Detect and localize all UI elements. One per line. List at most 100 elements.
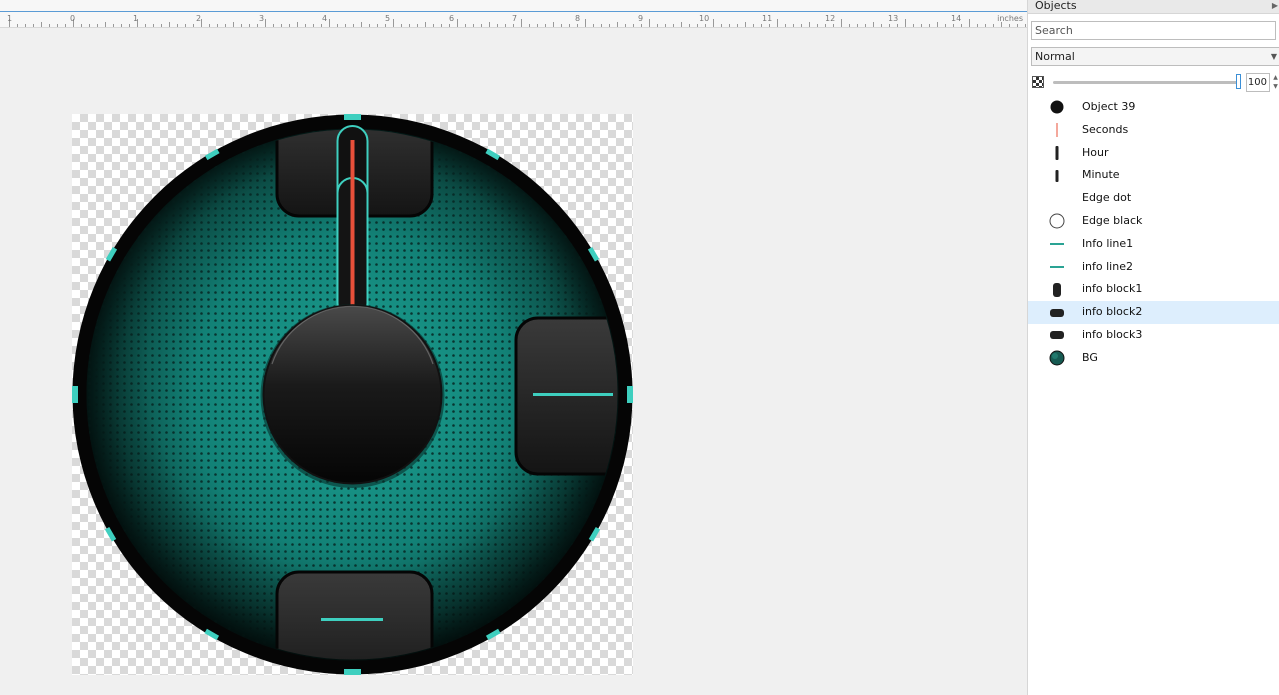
- ruler-tick: [825, 24, 826, 27]
- ruler-tick: [153, 24, 154, 27]
- collapse-arrow-icon[interactable]: ▶: [1272, 0, 1278, 11]
- ruler-number: 10: [699, 14, 710, 23]
- ruler-number: 3: [259, 14, 265, 23]
- object-label: Seconds: [1082, 122, 1129, 136]
- ruler-tick: [761, 24, 762, 27]
- ruler-tick: [849, 24, 850, 27]
- ruler-tick: [89, 24, 90, 27]
- ruler-tick: [113, 24, 114, 27]
- ruler-tick: [713, 19, 714, 27]
- ruler-tick: [961, 24, 962, 27]
- ruler-tick: [609, 24, 610, 27]
- dark-bar-icon: [1048, 164, 1066, 187]
- object-label: BG: [1082, 350, 1098, 364]
- ruler-tick: [937, 22, 938, 27]
- ruler-tick: [569, 24, 570, 27]
- ruler-tick: [537, 24, 538, 27]
- ruler-tick: [161, 24, 162, 27]
- ruler-tick: [521, 19, 522, 27]
- ruler-tick: [897, 24, 898, 27]
- ruler-tick: [65, 24, 66, 27]
- ruler-tick: [25, 24, 26, 27]
- ruler-tick: [233, 22, 234, 27]
- center-hub[interactable]: [262, 304, 443, 485]
- ruler-tick: [969, 19, 970, 27]
- object-label: info block1: [1082, 282, 1143, 296]
- ruler-tick: [441, 24, 442, 27]
- edge-marker[interactable]: [344, 114, 361, 120]
- object-row-edge-black[interactable]: Edge black: [1028, 210, 1279, 233]
- ruler-unit-label: inches: [997, 14, 1023, 23]
- black-circle-icon: [1048, 96, 1066, 119]
- ruler-tick: [529, 24, 530, 27]
- object-label: Minute: [1082, 168, 1120, 182]
- ruler-tick: [729, 24, 730, 27]
- chevron-down-icon[interactable]: ▼: [1271, 48, 1277, 65]
- object-row-info-block1[interactable]: info block1: [1028, 278, 1279, 301]
- info-line-bottom[interactable]: [321, 618, 383, 621]
- opacity-field[interactable]: 100: [1246, 73, 1270, 92]
- ruler-tick: [865, 24, 866, 27]
- opacity-spinner[interactable]: ▲ ▼: [1271, 73, 1279, 92]
- ruler-tick: [689, 24, 690, 27]
- object-row-object-39[interactable]: Object 39: [1028, 96, 1279, 119]
- red-line-icon: [1048, 119, 1066, 142]
- ruler-tick: [209, 24, 210, 27]
- ruler-tick: [33, 24, 34, 27]
- ruler-tick: [649, 19, 650, 27]
- edge-marker[interactable]: [72, 386, 78, 403]
- ruler-tick: [353, 24, 354, 27]
- ruler-tick: [241, 24, 242, 27]
- object-row-bg[interactable]: BG: [1028, 347, 1279, 370]
- object-row-info-block3[interactable]: info block3: [1028, 324, 1279, 347]
- ruler-number: 1: [133, 14, 139, 23]
- ruler-tick: [185, 24, 186, 27]
- ruler-tick: [633, 24, 634, 27]
- object-row-hour[interactable]: Hour: [1028, 142, 1279, 165]
- ruler-tick: [409, 24, 410, 27]
- ruler-tick: [753, 24, 754, 27]
- seconds-hand[interactable]: [350, 140, 355, 320]
- ruler-tick: [745, 22, 746, 27]
- ruler-tick: [585, 19, 586, 27]
- opacity-slider-handle[interactable]: [1236, 74, 1241, 89]
- edge-marker[interactable]: [344, 669, 361, 675]
- object-row-info-line2[interactable]: info line2: [1028, 256, 1279, 279]
- ruler-tick: [177, 24, 178, 27]
- object-row-minute[interactable]: Minute: [1028, 164, 1279, 187]
- ruler-number: 8: [575, 14, 581, 23]
- blend-mode-dropdown[interactable]: Normal ▼: [1031, 47, 1279, 66]
- object-label: Info line1: [1082, 236, 1134, 250]
- ruler-tick: [561, 24, 562, 27]
- object-row-edge-dot[interactable]: Edge dot: [1028, 187, 1279, 210]
- dark-bar-icon: [1048, 142, 1066, 165]
- ruler-tick: [857, 24, 858, 27]
- ruler-tick: [625, 24, 626, 27]
- object-row-info-block2[interactable]: info block2: [1028, 301, 1279, 324]
- objects-panel[interactable]: Objects ▶ Normal ▼ 100 ▲▼ Object 39 Seco…: [1027, 0, 1279, 695]
- ruler-number: 4: [322, 14, 328, 23]
- horizontal-ruler[interactable]: 1 0 1 2 3 4 5 6 7 8 9 10 11 12 13 14 inc…: [0, 0, 1027, 28]
- edge-dot-icon: [1048, 187, 1066, 210]
- ruler-tick: [337, 24, 338, 27]
- ruler-number: 1: [7, 14, 13, 23]
- panel-title: Objects: [1035, 0, 1077, 12]
- edge-marker[interactable]: [627, 386, 633, 403]
- watch-face-artwork[interactable]: [72, 114, 633, 675]
- object-label: Edge dot: [1082, 191, 1132, 205]
- info-line-right[interactable]: [533, 393, 613, 396]
- object-row-seconds[interactable]: Seconds: [1028, 119, 1279, 142]
- opacity-slider[interactable]: [1053, 81, 1239, 84]
- ruler-tick: [401, 24, 402, 27]
- transparency-icon: [1032, 76, 1044, 88]
- ruler-tick: [929, 24, 930, 27]
- ruler-tick: [505, 24, 506, 27]
- teal-line-icon: [1048, 256, 1066, 279]
- ruler-number: 13: [888, 14, 899, 23]
- object-row-info-line1[interactable]: Info line1: [1028, 233, 1279, 256]
- ruler-tick: [673, 24, 674, 27]
- ruler-tick: [313, 24, 314, 27]
- ruler-tick: [873, 22, 874, 27]
- dark-rounded-block-icon: [1048, 278, 1066, 301]
- search-input[interactable]: [1031, 21, 1276, 40]
